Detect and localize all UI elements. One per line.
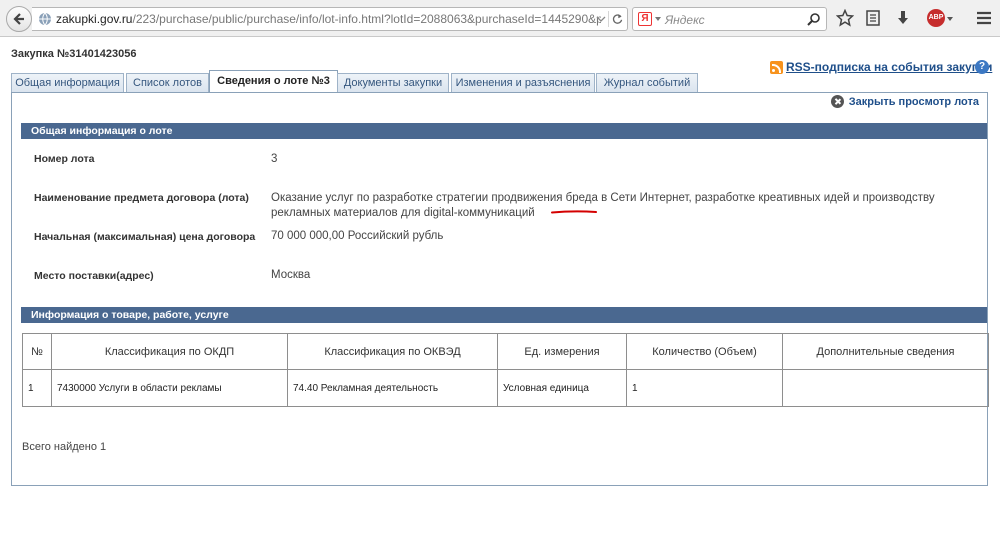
- table-header-row: № Классификация по ОКДП Классификация по…: [22, 333, 989, 370]
- rss-subscription[interactable]: RSS-подписка на события закупки: [770, 60, 992, 74]
- menu-icon[interactable]: [975, 9, 993, 27]
- col-unit: Ед. измерения: [497, 333, 627, 370]
- purchase-title: Закупка №31401423056: [11, 48, 137, 60]
- lot-details-panel: Закрыть просмотр лота Общая информация о…: [11, 92, 989, 486]
- lot-info-section-header: Общая информация о лоте: [21, 123, 987, 139]
- tab-lot-details[interactable]: Сведения о лоте №3: [209, 70, 338, 94]
- search-engine-dropdown-icon[interactable]: [655, 17, 661, 21]
- lot-number-value: 3: [271, 153, 278, 165]
- tab-event-log[interactable]: Журнал событий: [596, 73, 698, 93]
- cell-extra-info: [782, 369, 989, 407]
- reading-list-icon[interactable]: [864, 9, 882, 27]
- search-icon[interactable]: [806, 12, 821, 27]
- tab-lot-list[interactable]: Список лотов: [126, 73, 209, 93]
- cell-okved: 74.40 Рекламная деятельность: [287, 369, 498, 407]
- globe-icon: [39, 12, 51, 26]
- goods-table: № Классификация по ОКДП Классификация по…: [22, 333, 989, 407]
- table-row: 1 7430000 Услуги в области рекламы 74.40…: [22, 369, 989, 407]
- goods-section-header: Информация о товаре, работе, услуге: [21, 307, 987, 323]
- history-dropdown-icon[interactable]: [596, 14, 606, 24]
- yandex-logo-icon[interactable]: Я: [638, 12, 652, 26]
- delivery-place-value: Москва: [271, 269, 311, 281]
- close-lot-view[interactable]: Закрыть просмотр лота: [830, 95, 979, 108]
- arrow-left-icon: [13, 13, 24, 25]
- help-icon[interactable]: ?: [975, 60, 989, 74]
- max-price-value: 70 000 000,00 Российский рубль: [271, 230, 444, 242]
- contract-subject-value: Оказание услуг по разработке стратегии п…: [271, 192, 935, 219]
- star-icon[interactable]: [836, 9, 854, 27]
- browser-toolbar: zakupki.gov.ru/223/purchase/public/purch…: [0, 0, 1000, 37]
- col-extra-info: Дополнительные сведения: [782, 333, 989, 370]
- lot-number-label: Номер лота: [34, 153, 95, 165]
- download-icon[interactable]: [894, 9, 912, 27]
- adblock-icon[interactable]: ABP: [927, 9, 945, 27]
- delivery-place-label: Место поставки(адрес): [34, 270, 154, 282]
- cell-quantity: 1: [626, 369, 783, 407]
- search-input[interactable]: Яндекс: [665, 13, 705, 27]
- cell-unit: Условная единица: [497, 369, 627, 407]
- col-number: №: [22, 333, 52, 370]
- tab-general-info[interactable]: Общая информация: [11, 73, 124, 93]
- cell-okdp: 7430000 Услуги в области рекламы: [51, 369, 288, 407]
- rss-icon[interactable]: [770, 60, 783, 74]
- tab-changes[interactable]: Изменения и разъяснения: [451, 73, 595, 93]
- reload-icon[interactable]: [608, 11, 624, 27]
- total-found: Всего найдено 1: [22, 441, 107, 453]
- adblock-dropdown-icon[interactable]: [947, 17, 953, 21]
- col-okdp: Классификация по ОКДП: [51, 333, 288, 370]
- col-quantity: Количество (Объем): [626, 333, 783, 370]
- close-lot-link[interactable]: Закрыть просмотр лота: [849, 96, 979, 108]
- back-button[interactable]: [6, 6, 32, 32]
- close-icon[interactable]: [830, 95, 844, 108]
- address-bar[interactable]: zakupki.gov.ru/223/purchase/public/purch…: [32, 7, 628, 31]
- contract-subject-label: Наименование предмета договора (лота): [34, 192, 249, 204]
- cell-number: 1: [22, 369, 52, 407]
- red-underline-annotation: [551, 210, 597, 214]
- tab-documents[interactable]: Документы закупки: [337, 73, 449, 93]
- rss-link[interactable]: RSS-подписка на события закупки: [786, 60, 992, 74]
- url-text[interactable]: zakupki.gov.ru/223/purchase/public/purch…: [56, 12, 601, 26]
- col-okved: Классификация по ОКВЭД: [287, 333, 498, 370]
- search-bar[interactable]: Я Яндекс: [632, 7, 827, 31]
- max-price-label: Начальная (максимальная) цена договора: [34, 231, 256, 243]
